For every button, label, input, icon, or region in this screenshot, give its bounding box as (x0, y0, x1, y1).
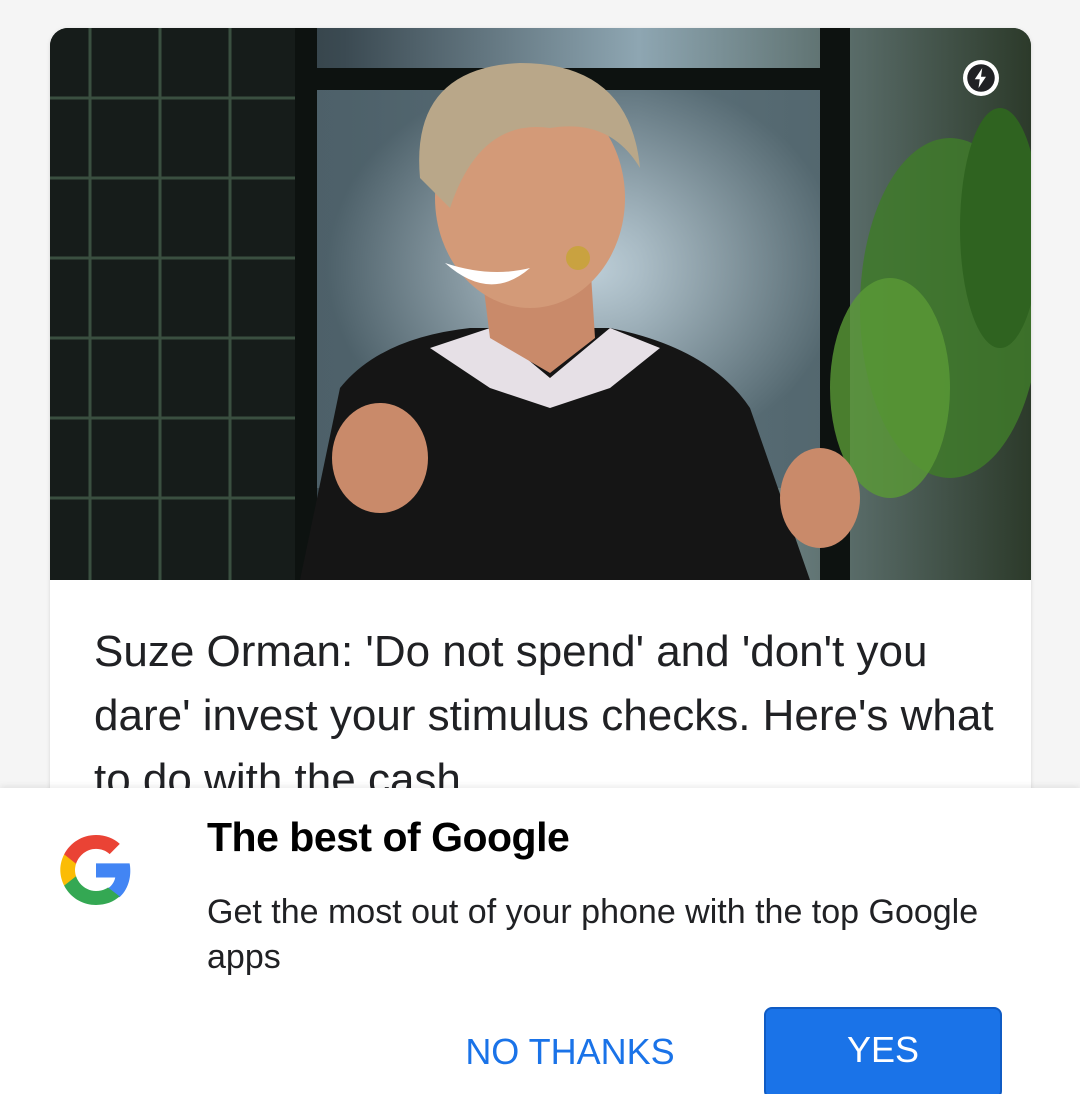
prompt-body: Get the most out of your phone with the … (207, 893, 979, 976)
amp-lightning-icon (963, 60, 999, 96)
prompt-title: The best of Google (207, 814, 570, 860)
article-title[interactable]: Suze Orman: 'Do not spend' and 'don't yo… (94, 620, 994, 812)
screen: Suze Orman: 'Do not spend' and 'don't yo… (0, 0, 1080, 1094)
article-image[interactable] (50, 28, 1031, 580)
yes-button[interactable]: YES (764, 1007, 1002, 1094)
article-photo (50, 28, 1031, 580)
google-g-icon (54, 828, 138, 912)
no-thanks-button[interactable]: NO THANKS (440, 1010, 700, 1094)
